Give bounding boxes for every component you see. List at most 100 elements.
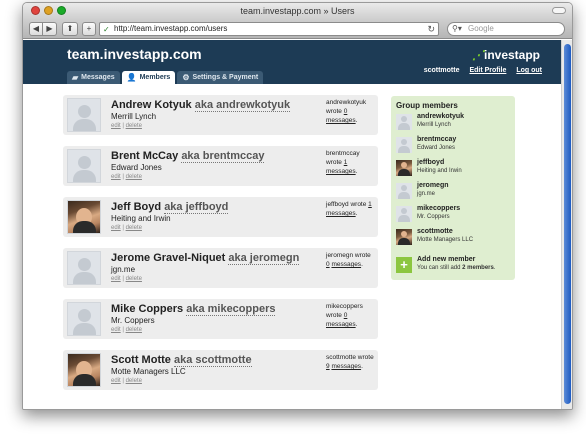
message-count-link[interactable]: 1	[368, 201, 372, 208]
add-note-prefix: You can still add	[417, 265, 461, 271]
add-bookmark-button[interactable]: +	[82, 22, 96, 36]
message-count-link[interactable]: 0	[344, 108, 348, 115]
sidebar-member-company: Mr. Coppers	[417, 214, 450, 220]
message-count-link[interactable]: 1	[344, 159, 348, 166]
search-input[interactable]: ⚲▾ Google	[447, 22, 565, 36]
avatar-placeholder	[67, 98, 101, 132]
sidebar-member-username[interactable]: jeromegn	[417, 182, 449, 189]
delete-link[interactable]: delete	[126, 123, 142, 129]
messages-link[interactable]: messages	[331, 363, 361, 370]
forward-button[interactable]: ▶	[43, 22, 57, 36]
member-full-name: Brent McCay	[111, 150, 179, 162]
member-actions: edit | delete	[111, 327, 142, 333]
edit-profile-link[interactable]: Edit Profile	[469, 67, 506, 74]
member-username[interactable]: aka andrewkotyuk	[194, 99, 291, 112]
member-username[interactable]: aka mikecoppers	[186, 303, 276, 316]
member-full-name: Scott Motte	[111, 354, 171, 366]
sidebar-member-username[interactable]: andrewkotyuk	[417, 113, 464, 120]
sidebar-member-username[interactable]: mikecoppers	[417, 205, 460, 212]
member-actions: edit | delete	[111, 378, 142, 384]
avatar-placeholder	[396, 183, 412, 199]
browser-window: team.investapp.com » Users ◀ ▶ ⬆ + ✓ htt…	[22, 2, 573, 410]
sidebar-member-item[interactable]: brentmccay Edward Jones	[396, 136, 514, 154]
member-name: Brent McCay aka brentmccay	[111, 150, 265, 163]
delete-link[interactable]: delete	[126, 276, 142, 282]
member-message-count: brentmccay wrote 1 messages.	[326, 150, 360, 175]
tab-messages[interactable]: ▰ Messages	[67, 71, 120, 84]
sidebar-member-username[interactable]: jeffboyd	[417, 159, 444, 166]
member-company: Heiting and Irwin	[111, 214, 171, 223]
delete-link[interactable]: delete	[126, 327, 142, 333]
member-username[interactable]: aka jeffboyd	[164, 201, 229, 214]
edit-link[interactable]: edit	[111, 123, 121, 129]
chart-line-icon: ⋰	[471, 48, 484, 62]
avatar-photo	[67, 200, 101, 234]
tab-label: Messages	[81, 74, 115, 81]
member-card: Scott Motte aka scottmotte Motte Manager…	[63, 350, 378, 390]
edit-link[interactable]: edit	[111, 378, 121, 384]
member-card: Jerome Gravel-Niquet aka jeromegn jgn.me…	[63, 248, 378, 288]
plus-icon: +	[86, 24, 92, 33]
delete-link[interactable]: delete	[126, 378, 142, 384]
sidebar-member-company: jgn.me	[417, 191, 436, 197]
sidebar-member-item[interactable]: scottmotte Motte Managers LLC	[396, 228, 514, 246]
member-name: Jeff Boyd aka jeffboyd	[111, 201, 229, 214]
edit-link[interactable]: edit	[111, 174, 121, 180]
vertical-scrollbar[interactable]	[561, 40, 572, 409]
zoom-window-icon[interactable]	[57, 6, 66, 15]
site-title[interactable]: team.investapp.com	[67, 46, 202, 62]
edit-link[interactable]: edit	[111, 327, 121, 333]
add-member-plus-icon[interactable]: +	[396, 257, 412, 273]
messages-link[interactable]: messages	[326, 210, 356, 217]
messages-link[interactable]: messages	[331, 261, 361, 268]
message-count-link[interactable]: 0	[344, 312, 348, 319]
avatar-photo	[67, 353, 101, 387]
sidebar-member-username[interactable]: brentmccay	[417, 136, 456, 143]
add-member-note: You can still add 2 members.	[417, 265, 496, 271]
member-username[interactable]: aka scottmotte	[173, 354, 252, 367]
avatar-placeholder	[396, 137, 412, 153]
avatar-placeholder	[396, 114, 412, 130]
messages-link[interactable]: messages	[326, 168, 356, 175]
add-member-item[interactable]: + Add new member You can still add 2 mem…	[396, 256, 514, 276]
add-member-label[interactable]: Add new member	[417, 256, 475, 263]
edit-link[interactable]: edit	[111, 276, 121, 282]
member-card: Andrew Kotyuk aka andrewkotyuk Merrill L…	[63, 95, 378, 135]
logout-link[interactable]: Log out	[516, 67, 542, 74]
close-window-icon[interactable]	[31, 6, 40, 15]
avatar-photo	[396, 160, 412, 176]
tab-label: Members	[139, 74, 171, 81]
main-tabs: ▰ Messages 👤 Members ⚙ Settings & Paymen…	[67, 71, 264, 84]
home-icon: ⬆	[66, 24, 74, 33]
scrollbar-thumb[interactable]	[564, 44, 571, 404]
minimize-window-icon[interactable]	[44, 6, 53, 15]
delete-link[interactable]: delete	[126, 174, 142, 180]
member-name: Scott Motte aka scottmotte	[111, 354, 252, 367]
sidebar-member-item[interactable]: jeromegn jgn.me	[396, 182, 514, 200]
toolbar-toggle-button[interactable]	[552, 7, 566, 14]
avatar-placeholder	[67, 302, 101, 336]
current-username: scottmotte	[423, 67, 460, 74]
sidebar-member-item[interactable]: mikecoppers Mr. Coppers	[396, 205, 514, 223]
home-button[interactable]: ⬆	[62, 22, 78, 36]
member-username[interactable]: aka brentmccay	[181, 150, 265, 163]
messages-link[interactable]: messages	[326, 321, 356, 328]
brand-logo[interactable]: ⋰investapp	[472, 48, 540, 62]
reload-icon[interactable]: ↻	[427, 23, 435, 35]
sidebar-member-item[interactable]: andrewkotyuk Merrill Lynch	[396, 113, 514, 131]
back-button[interactable]: ◀	[29, 22, 43, 36]
message-count-link[interactable]: 0	[326, 261, 330, 268]
tab-settings-payment[interactable]: ⚙ Settings & Payment	[177, 71, 264, 84]
delete-link[interactable]: delete	[126, 225, 142, 231]
sidebar-member-item[interactable]: jeffboyd Heiting and Irwin	[396, 159, 514, 177]
member-full-name: Jeff Boyd	[111, 201, 162, 213]
member-username[interactable]: aka jeromegn	[228, 252, 300, 265]
address-bar[interactable]: ✓ http://team.investapp.com/users ↻	[99, 22, 439, 36]
edit-link[interactable]: edit	[111, 225, 121, 231]
sidebar-member-username[interactable]: scottmotte	[417, 228, 453, 235]
messages-link[interactable]: messages	[326, 117, 356, 124]
group-members-panel: Group members andrewkotyuk Merrill Lynch…	[391, 96, 515, 280]
message-count-link[interactable]: 9	[326, 363, 330, 370]
member-company: Mr. Coppers	[111, 316, 155, 325]
tab-members[interactable]: 👤 Members	[121, 71, 176, 84]
